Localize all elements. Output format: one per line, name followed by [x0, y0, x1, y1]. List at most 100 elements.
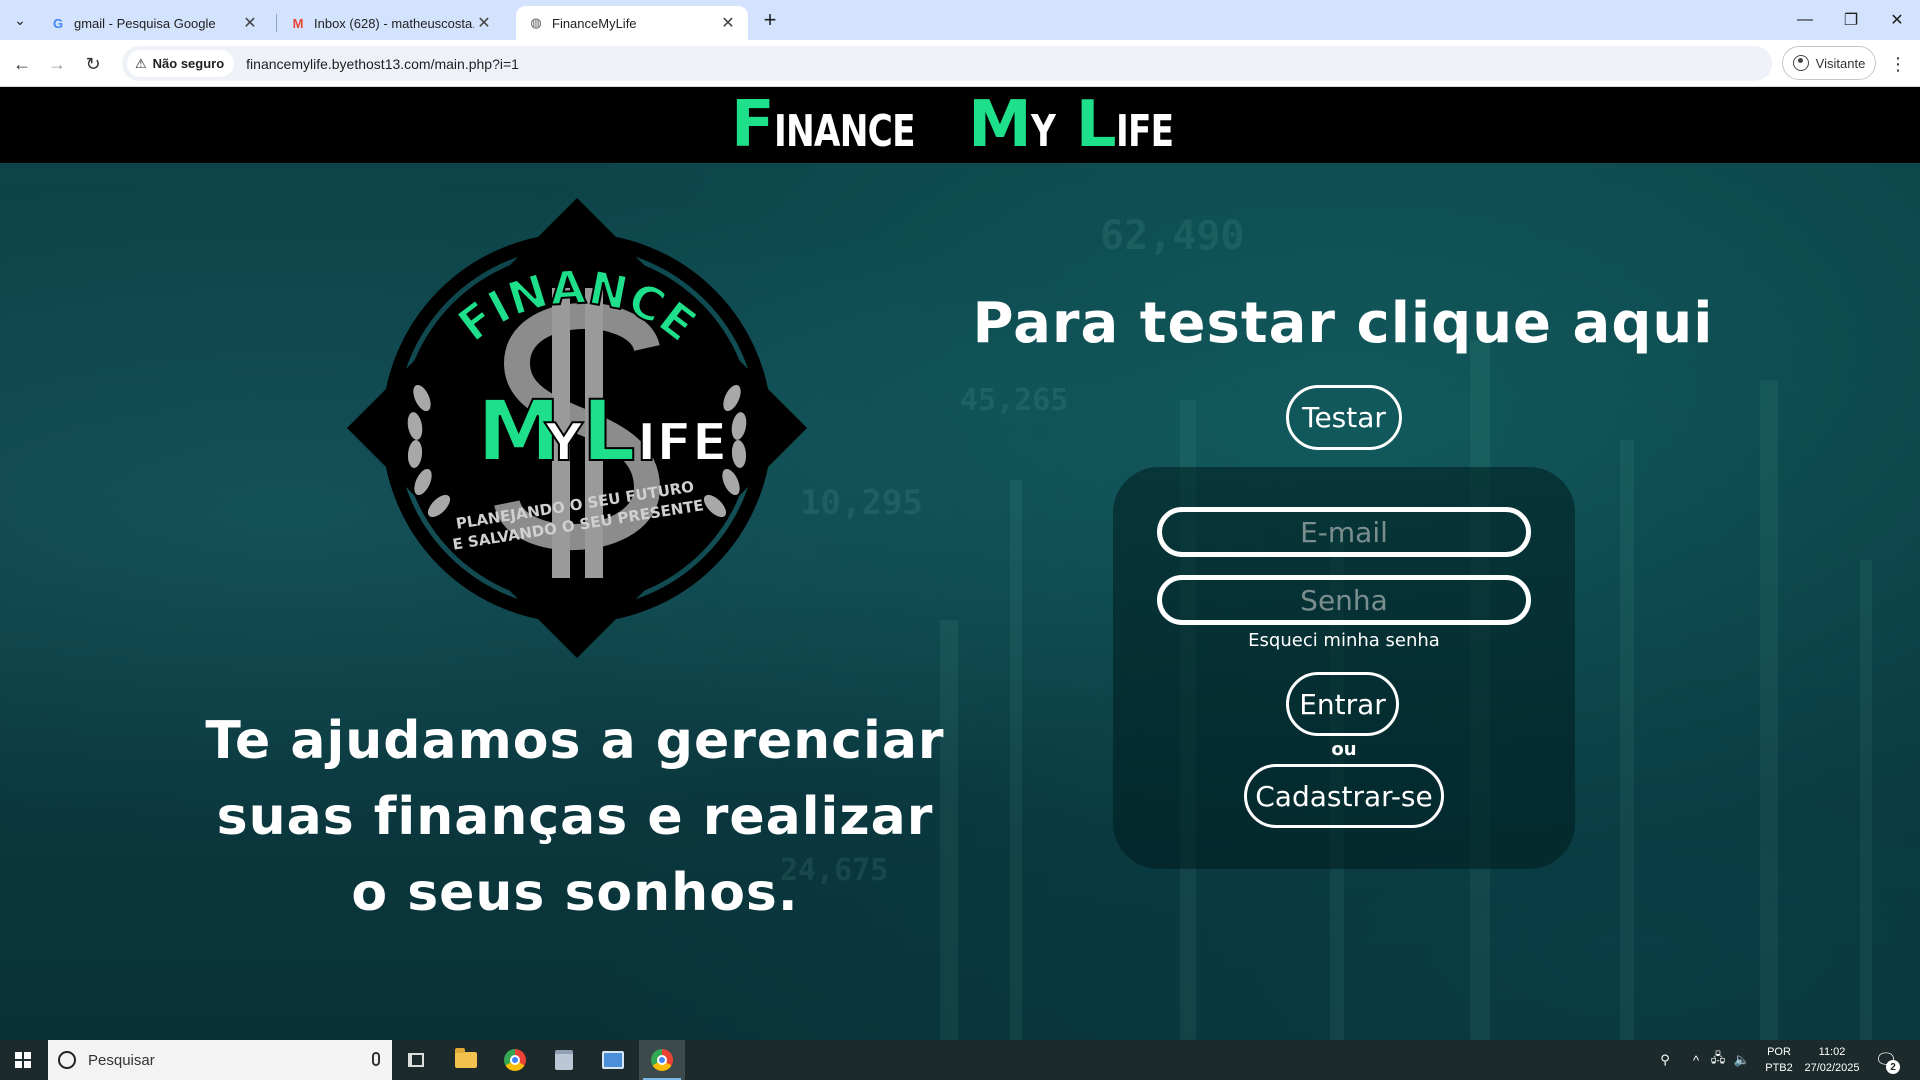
microphone-icon[interactable] — [372, 1052, 380, 1066]
clock-time: 11:02 — [1818, 1046, 1846, 1058]
browser-toolbar: ← → ↻ ⚠ Não seguro financemylife.byethos… — [0, 40, 1920, 87]
globe-icon: ◍ — [530, 15, 542, 30]
windows-logo-icon — [15, 1052, 31, 1068]
restore-icon: ❐ — [1843, 12, 1859, 29]
notifications-button[interactable]: 🗨 2 — [1874, 1048, 1900, 1074]
task-view-button[interactable] — [393, 1040, 439, 1080]
background-number: 62,490 — [1100, 213, 1245, 259]
network-button[interactable]: 🖧 — [1706, 1040, 1730, 1080]
emblem-letter-y: Y — [544, 413, 584, 473]
tab-financemylife[interactable]: ◍ FinanceMyLife ✕ — [516, 6, 748, 40]
tab-google-search[interactable]: G gmail - Pesquisa Google ✕ — [38, 6, 270, 40]
notification-count: 2 — [1886, 1060, 1900, 1074]
plus-icon: + — [763, 7, 777, 32]
site-logo[interactable]: F INANCE M Y L IFE — [731, 93, 1189, 157]
arrow-right-icon: → — [48, 53, 66, 74]
people-icon: ⚲ — [1660, 1052, 1670, 1067]
chevron-down-icon: ⌄ — [14, 11, 26, 28]
chrome-taskbar-button[interactable] — [492, 1040, 538, 1080]
task-view-icon — [408, 1053, 424, 1067]
chrome-active-taskbar-button[interactable] — [639, 1040, 685, 1080]
remote-desktop-taskbar-button[interactable] — [590, 1040, 636, 1080]
clock[interactable]: 11:02 27/02/2025 — [1798, 1044, 1866, 1076]
profile-avatar-icon — [1792, 55, 1809, 71]
profile-button[interactable]: Visitante — [1782, 46, 1876, 80]
email-input[interactable]: E-mail — [1157, 507, 1531, 557]
minimize-button[interactable]: — — [1782, 0, 1828, 40]
chrome-icon — [504, 1049, 526, 1071]
address-bar[interactable]: ⚠ Não seguro financemylife.byethost13.co… — [122, 46, 1772, 81]
brand-rest-my: Y — [1030, 106, 1056, 157]
language-indicator[interactable]: POR PTB2 — [1754, 1044, 1804, 1076]
start-button[interactable] — [0, 1040, 46, 1080]
or-separator: ou — [1331, 739, 1357, 760]
notepad-taskbar-button[interactable] — [541, 1040, 587, 1080]
login-button[interactable]: Entrar — [1286, 672, 1399, 736]
security-label: Não seguro — [152, 56, 225, 71]
minimize-icon: — — [1797, 11, 1813, 28]
restore-button[interactable]: ❐ — [1828, 0, 1874, 40]
gmail-icon: M — [292, 15, 304, 31]
taskbar-search[interactable]: Pesquisar — [48, 1040, 392, 1080]
reload-button[interactable]: ↻ — [77, 48, 109, 80]
browser-menu-button[interactable]: ⋮ — [1884, 48, 1912, 80]
brand-cap-l: L — [1075, 88, 1117, 162]
password-input[interactable]: Senha — [1157, 575, 1531, 625]
file-explorer-button[interactable] — [443, 1040, 489, 1080]
tab-title: Inbox (628) - matheuscosta.mc — [314, 15, 474, 31]
clock-date: 27/02/2025 — [1804, 1062, 1860, 1074]
close-icon[interactable]: ✕ — [474, 13, 494, 33]
tagline-line: o seus sonhos. — [351, 863, 799, 923]
speaker-icon: 🔈 — [1733, 1052, 1751, 1067]
close-window-button[interactable]: ✕ — [1874, 0, 1920, 40]
brand-rest-life: IFE — [1115, 106, 1174, 157]
notepad-icon — [555, 1050, 573, 1070]
register-button[interactable]: Cadastrar-se — [1244, 764, 1444, 828]
background-bar — [1760, 380, 1778, 1040]
tray-overflow-button[interactable]: ^ — [1686, 1040, 1706, 1080]
search-ring-icon — [58, 1051, 76, 1069]
brand-cap-f: F — [731, 88, 775, 162]
financemylife-emblem: FINANCE M Y L IFE PLANEJANDO O SEU FUTUR… — [347, 198, 807, 658]
arrow-left-icon: ← — [13, 53, 31, 74]
brand-cap-m: M — [968, 88, 1032, 162]
tagline-line: Te ajudamos a gerenciar — [205, 711, 945, 771]
tab-gmail-inbox[interactable]: M Inbox (628) - matheuscosta.mc ✕ — [278, 6, 504, 40]
reload-icon: ↻ — [85, 53, 101, 74]
chevron-up-icon: ^ — [1692, 1052, 1700, 1068]
background-bar — [1010, 480, 1022, 1040]
back-button[interactable]: ← — [6, 48, 38, 80]
close-icon[interactable]: ✕ — [240, 13, 260, 33]
google-g-icon: G — [52, 15, 64, 31]
new-tab-button[interactable]: + — [756, 7, 784, 32]
security-chip[interactable]: ⚠ Não seguro — [127, 50, 235, 77]
background-number: 10,295 — [800, 483, 923, 523]
emblem-letter-l: L — [582, 382, 636, 480]
emblem-letters-ife: IFE — [637, 413, 727, 473]
test-button[interactable]: Testar — [1286, 385, 1402, 450]
windows-taskbar: Pesquisar ⚲ ^ 🖧 🔈 POR PTB2 11:02 27/02/2… — [0, 1040, 1920, 1080]
remote-desktop-icon — [602, 1051, 624, 1069]
hero-tagline: Te ajudamos a gerenciar suas finanças e … — [165, 703, 985, 931]
folder-icon — [455, 1048, 477, 1068]
taskbar-search-placeholder: Pesquisar — [88, 1051, 155, 1069]
background-bar — [1860, 560, 1872, 1040]
tab-separator — [276, 14, 277, 32]
close-icon: ✕ — [1890, 12, 1904, 29]
tab-strip: ⌄ G gmail - Pesquisa Google ✕ M Inbox (6… — [0, 0, 1920, 40]
site-header: F INANCE M Y L IFE — [0, 87, 1920, 163]
close-icon[interactable]: ✕ — [718, 13, 738, 33]
people-button[interactable]: ⚲ — [1652, 1040, 1678, 1080]
hero-section: 62,490 45,265 10,295 24,675 FINANCE M Y … — [0, 163, 1920, 1040]
tagline-line: suas finanças e realizar — [216, 787, 934, 847]
background-number: 45,265 — [960, 383, 1069, 418]
volume-button[interactable]: 🔈 — [1730, 1040, 1754, 1080]
url-text[interactable]: financemylife.byethost13.com/main.php?i=… — [246, 56, 519, 72]
forgot-password-link[interactable]: Esqueci minha senha — [1113, 630, 1575, 651]
network-icon: 🖧 — [1710, 1050, 1726, 1065]
tab-search-button[interactable]: ⌄ — [6, 8, 34, 32]
profile-label: Visitante — [1815, 55, 1866, 71]
forward-button[interactable]: → — [41, 48, 73, 80]
login-card: E-mail Senha Esqueci minha senha Entrar … — [1113, 467, 1575, 869]
chrome-icon — [651, 1049, 673, 1071]
